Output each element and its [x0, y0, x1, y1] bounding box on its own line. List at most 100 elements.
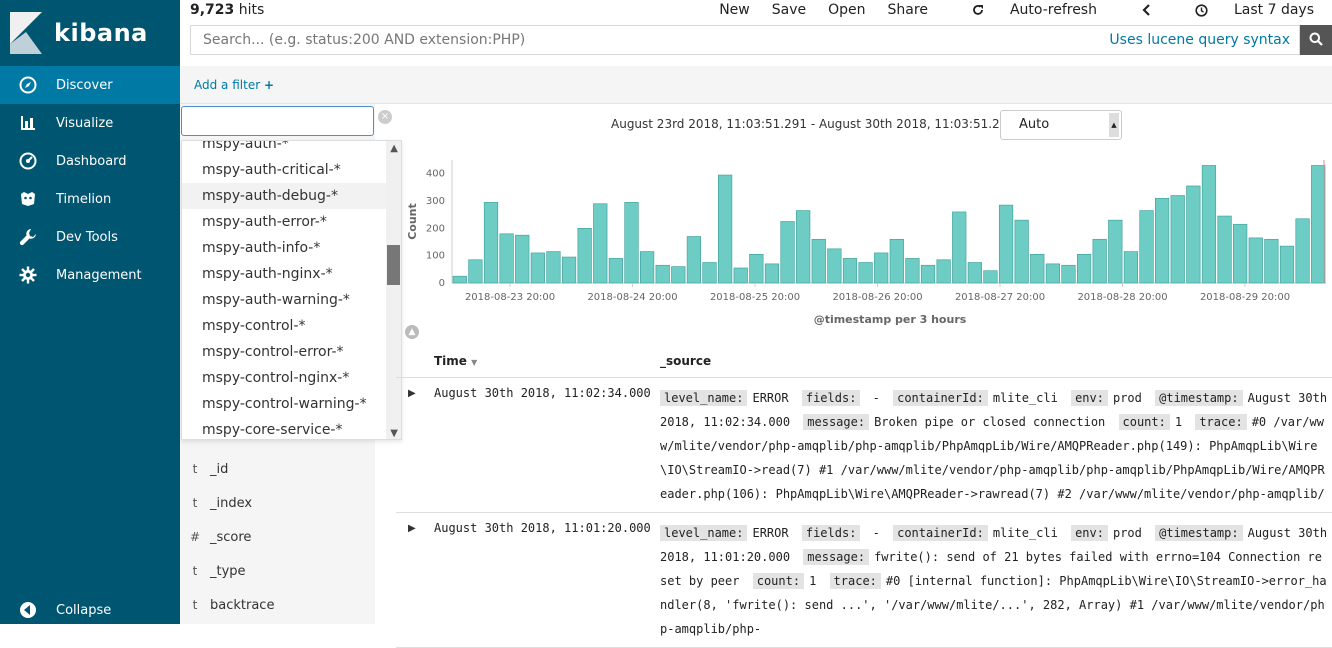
field-item[interactable]: t _type [180, 558, 375, 584]
new-button[interactable]: New [719, 2, 750, 18]
y-tick-label: 100 [426, 251, 445, 262]
histogram-bar [1311, 165, 1326, 284]
index-pattern-option[interactable]: mspy-auth-info-* [182, 235, 388, 261]
histogram-bar [858, 262, 873, 284]
share-button[interactable]: Share [888, 2, 928, 18]
lucene-syntax-link[interactable]: Uses lucene query syntax [1109, 32, 1290, 48]
add-filter-link[interactable]: Add a filter + [194, 78, 274, 92]
histogram-bar [749, 254, 764, 284]
expand-row-icon[interactable]: ▶ [408, 523, 416, 534]
histogram-bar [546, 251, 561, 284]
source-field-key: level_name: [660, 525, 748, 541]
source-field-key: containerId: [893, 525, 988, 541]
index-pattern-option[interactable]: mspy-control-warning-* [182, 391, 388, 417]
time-back-button[interactable] [1119, 2, 1151, 18]
index-pattern-option[interactable]: mspy-auth-nginx-* [182, 261, 388, 287]
filter-bar: Add a filter + [180, 66, 1332, 104]
histogram-chart: 0 100 200 300 400 Count 2018-08-23 20:00 2018-0… [406, 160, 1326, 326]
field-name: _index [210, 495, 253, 511]
histogram-bar [905, 258, 920, 284]
time-picker-button[interactable]: Last 7 days [1173, 2, 1314, 18]
field-name: _score [210, 529, 252, 545]
x-tick-label: 2018-08-25 20:00 [710, 292, 800, 303]
field-item[interactable]: t _index [180, 490, 375, 516]
brand-wordmark: kibana [54, 19, 148, 47]
sidebar-item-timelion[interactable]: Timelion [0, 180, 180, 218]
open-button[interactable]: Open [828, 2, 865, 18]
sidebar-item-dashboard[interactable]: Dashboard [0, 142, 180, 180]
index-pattern-option[interactable]: mspy-auth-* [182, 141, 388, 157]
sidebar-item-visualize[interactable]: Visualize [0, 104, 180, 142]
source-field-key: trace: [829, 573, 881, 589]
scrollbar-thumb[interactable] [387, 245, 400, 285]
hits-count: 9,723 [190, 2, 235, 18]
histogram-bar [1279, 245, 1295, 284]
histogram-bar [1123, 251, 1139, 284]
index-pattern-option[interactable]: mspy-control-* [182, 313, 388, 339]
source-field-key: env: [1071, 390, 1108, 406]
field-type-icon: t [192, 564, 198, 578]
histogram-bar [718, 174, 733, 284]
interval-select[interactable]: Auto ▲ [1000, 110, 1122, 140]
y-tick-label: 400 [426, 169, 445, 180]
histogram-bar [780, 221, 795, 284]
source-field-value: 1 [809, 574, 817, 588]
histogram-bar [452, 275, 467, 284]
chevron-left-icon [1141, 4, 1151, 16]
histogram-bar [983, 270, 998, 284]
source-field-value: - [865, 526, 880, 540]
index-pattern-option[interactable]: mspy-auth-warning-* [182, 287, 388, 313]
collapse-chart-icon[interactable]: ▲ [405, 325, 419, 339]
histogram-bar [1233, 223, 1248, 284]
hits-counter: 9,723 hits [190, 2, 264, 18]
kibana-logo[interactable]: kibana [0, 0, 180, 66]
time-header-label: Time [434, 354, 467, 368]
index-pattern-option[interactable]: mspy-control-nginx-* [182, 365, 388, 391]
source-field-value: Broken pipe or closed connection [874, 415, 1106, 429]
sidebar-item-dev-tools[interactable]: Dev Tools [0, 218, 180, 256]
histogram-bar [1108, 219, 1123, 284]
sidebar-item-discover[interactable]: Discover [0, 66, 180, 104]
gear-icon [18, 265, 38, 285]
index-pattern-option[interactable]: mspy-auth-debug-* [182, 183, 388, 209]
source-field-key: env: [1071, 525, 1108, 541]
index-pattern-input[interactable] [181, 106, 374, 136]
save-button[interactable]: Save [772, 2, 806, 18]
plus-icon: + [263, 78, 275, 92]
row-source: level_name: ERROR fields: - containerId: m… [660, 386, 1328, 506]
histogram-bar [1186, 185, 1201, 284]
auto-refresh-button[interactable]: Auto-refresh [950, 2, 1097, 18]
table-row: ▶ August 30th 2018, 11:02:34.000 level_nam… [396, 378, 1332, 513]
histogram-bar [889, 238, 904, 284]
source-field-key: message: [803, 549, 870, 565]
caret-down-icon: ▲ [1109, 113, 1119, 137]
field-item[interactable]: t backtrace [180, 592, 375, 618]
histogram-bar [811, 238, 826, 284]
index-pattern-option[interactable]: mspy-control-error-* [182, 339, 388, 365]
expand-row-icon[interactable]: ▶ [408, 388, 416, 399]
histogram-bar [827, 248, 842, 284]
scroll-up-icon[interactable]: ▲ [390, 143, 398, 154]
search-button[interactable] [1300, 25, 1332, 55]
wrench-icon [18, 227, 38, 247]
clear-icon[interactable]: × [378, 110, 392, 124]
histogram-bar [874, 252, 889, 284]
index-pattern-option[interactable]: mspy-core-service-* [182, 417, 388, 439]
sidebar-item-management[interactable]: Management [0, 256, 180, 294]
histogram-bar [624, 202, 639, 284]
source-field-value: mlite_cli [992, 526, 1058, 540]
sidebar-item-label: Dev Tools [56, 229, 118, 245]
time-column-header[interactable]: Time ▼ [434, 354, 477, 368]
table-row: ▶ August 30th 2018, 11:01:20.000 level_nam… [396, 513, 1332, 648]
index-pattern-option[interactable]: mspy-auth-error-* [182, 209, 388, 235]
histogram-bar [608, 258, 623, 284]
index-pattern-option[interactable]: mspy-auth-critical-* [182, 157, 388, 183]
source-field-value: ERROR [752, 526, 789, 540]
collapse-button[interactable]: Collapse [0, 596, 180, 624]
field-type-icon: t [192, 496, 198, 510]
field-item[interactable]: # _score [180, 524, 375, 550]
histogram-bar [483, 202, 499, 284]
row-source: level_name: ERROR fields: - containerId: m… [660, 521, 1328, 641]
sidebar-item-label: Discover [56, 77, 113, 93]
field-item[interactable]: t _id [180, 456, 375, 482]
